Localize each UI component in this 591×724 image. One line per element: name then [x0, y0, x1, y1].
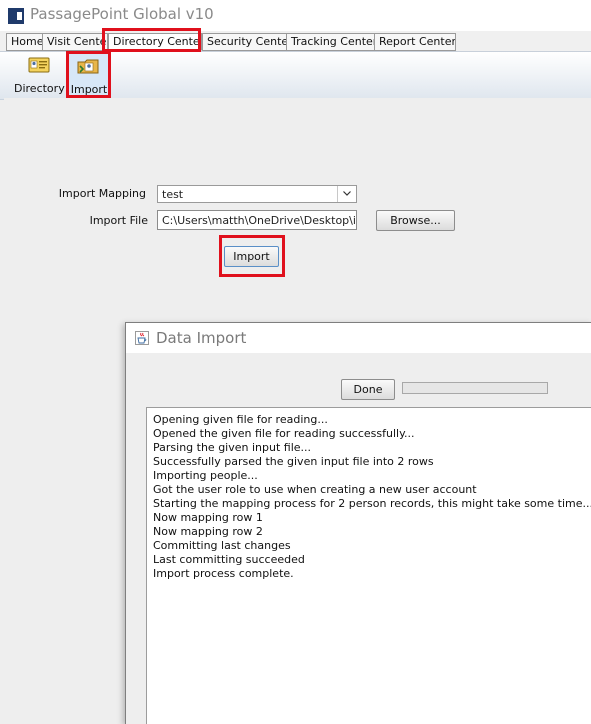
import-file-field[interactable]: C:\Users\matth\OneDrive\Desktop\imnpor — [157, 210, 357, 230]
import-folder-icon — [77, 59, 99, 74]
window-title: PassagePoint Global v10 — [30, 5, 214, 23]
log-line: Successfully parsed the given input file… — [153, 455, 434, 468]
import-toolbar-button[interactable]: Import — [68, 52, 110, 98]
import-mapping-label: Import Mapping — [58, 187, 146, 200]
log-line: Now mapping row 1 — [153, 511, 263, 524]
directory-toolbar-label: Directory — [14, 82, 65, 95]
log-line: Now mapping row 2 — [153, 525, 263, 538]
done-button[interactable]: Done — [341, 379, 395, 400]
import-button[interactable]: Import — [224, 246, 279, 267]
import-mapping-value: test — [162, 188, 184, 201]
java-cup-icon — [135, 331, 149, 345]
data-import-dialog: Data Import Done Opening given file for … — [125, 322, 591, 724]
log-line: Importing people... — [153, 469, 258, 482]
log-line: Last committing succeeded — [153, 553, 305, 566]
log-line: Starting the mapping process for 2 perso… — [153, 497, 591, 510]
log-line: Committing last changes — [153, 539, 291, 552]
dialog-title: Data Import — [156, 329, 247, 347]
import-mapping-select[interactable]: test — [157, 185, 357, 203]
log-line: Parsing the given input file... — [153, 441, 312, 454]
chevron-down-icon[interactable] — [337, 186, 356, 202]
log-line: Opening given file for reading... — [153, 413, 328, 426]
tab-directory-center[interactable]: Directory Center — [108, 33, 202, 51]
import-progress-bar — [402, 382, 548, 394]
dialog-title-bar: Data Import — [126, 323, 591, 353]
title-bar: PassagePoint Global v10 — [0, 0, 591, 31]
directory-card-icon — [28, 57, 50, 73]
tab-report-center[interactable]: Report Center — [374, 33, 456, 51]
log-line: Got the user role to use when creating a… — [153, 483, 477, 496]
app-logo-icon — [8, 8, 24, 24]
import-file-label: Import File — [89, 214, 148, 227]
log-line: Opened the given file for reading succes… — [153, 427, 415, 440]
log-line: Import process complete. — [153, 567, 294, 580]
directory-toolbar-button[interactable]: Directory — [14, 52, 65, 96]
browse-button[interactable]: Browse... — [376, 210, 455, 231]
import-log: Opening given file for reading... Opened … — [146, 407, 591, 724]
tab-tracking-center[interactable]: Tracking Center — [286, 33, 376, 51]
import-toolbar-label: Import — [70, 83, 108, 96]
tab-security-center[interactable]: Security Center — [202, 33, 288, 51]
tab-visit-center[interactable]: Visit Center — [42, 33, 108, 51]
